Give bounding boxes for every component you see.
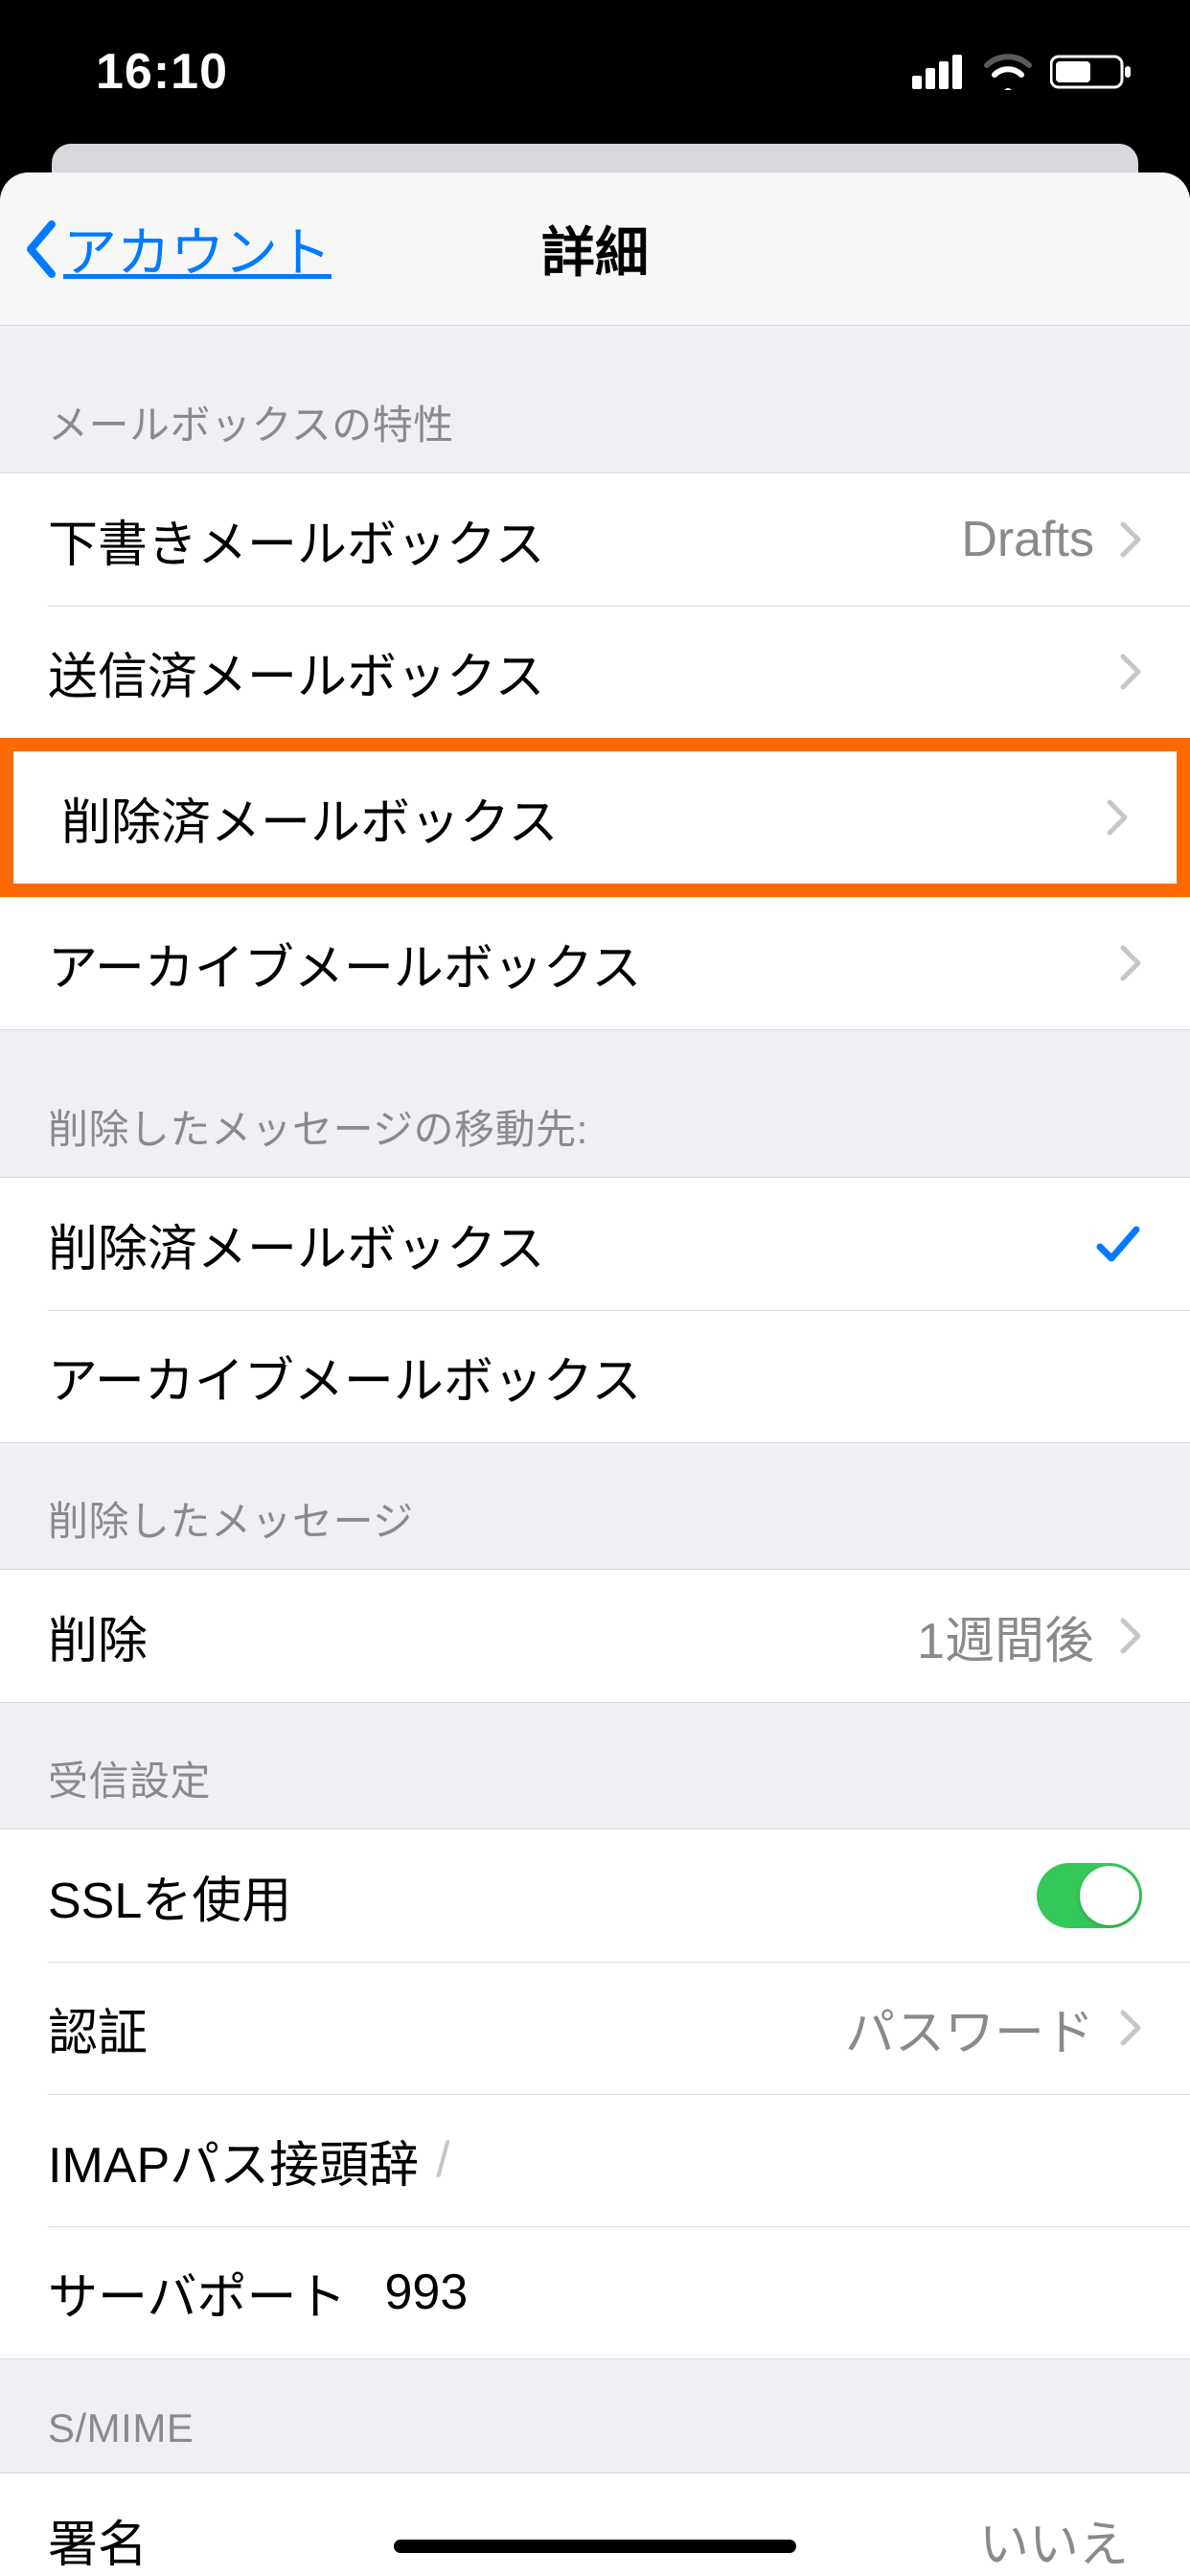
group-move-discarded: 削除済メールボックス アーカイブメールボックス: [0, 1177, 1190, 1443]
row-archive-mailbox[interactable]: アーカイブメールボックス: [0, 897, 1190, 1029]
home-indicator[interactable]: [394, 2540, 796, 2553]
section-header-deleted-messages: 削除したメッセージ: [0, 1443, 1190, 1569]
checkmark-icon: [1094, 1220, 1142, 1268]
chevron-right-icon: [1119, 944, 1142, 982]
row-drafts-mailbox[interactable]: 下書きメールボックス Drafts: [0, 473, 1190, 606]
row-label: 認証: [48, 1992, 148, 2064]
row-label: 下書きメールボックス: [48, 504, 544, 576]
row-label: サーバポート: [48, 2257, 346, 2329]
row-deleted-mailbox[interactable]: 削除済メールボックス: [13, 751, 1177, 884]
row-value: Drafts: [961, 511, 1094, 568]
row-use-ssl: SSLを使用: [0, 1829, 1190, 1962]
row-sign[interactable]: 署名 いいえ: [0, 2473, 1190, 2576]
chevron-right-icon: [1106, 798, 1129, 837]
chevron-right-icon: [1119, 2009, 1142, 2047]
group-deleted-messages: 削除 1週間後: [0, 1569, 1190, 1703]
row-remove[interactable]: 削除 1週間後: [0, 1570, 1190, 1702]
group-incoming: SSLを使用 認証 パスワード IMAPパス接頭辞 / サーバポート 993: [0, 1828, 1190, 2359]
row-value: いいえ: [979, 2504, 1129, 2576]
group-smime: 署名 いいえ: [0, 2472, 1190, 2576]
row-move-deleted[interactable]: 削除済メールボックス: [0, 1178, 1190, 1310]
section-header-move-discarded: 削除したメッセージの移動先:: [0, 1030, 1190, 1177]
row-move-archive[interactable]: アーカイブメールボックス: [0, 1310, 1190, 1442]
chevron-right-icon: [1119, 653, 1142, 691]
row-server-port[interactable]: サーバポート 993: [0, 2226, 1190, 2358]
row-label: SSLを使用: [48, 1860, 291, 1932]
ssl-toggle[interactable]: [1037, 1863, 1142, 1928]
chevron-right-icon: [1119, 520, 1142, 559]
row-value: /: [436, 2131, 449, 2189]
row-value: 1週間後: [917, 1600, 1094, 1672]
back-button[interactable]: アカウント: [23, 172, 332, 325]
row-label: 送信済メールボックス: [48, 636, 544, 708]
row-authentication[interactable]: 認証 パスワード: [0, 1962, 1190, 2094]
row-imap-prefix[interactable]: IMAPパス接頭辞 /: [0, 2094, 1190, 2226]
group-mailbox-behavior-2: アーカイブメールボックス: [0, 897, 1190, 1030]
section-header-smime: S/MIME: [0, 2359, 1190, 2472]
back-label: アカウント: [63, 210, 332, 288]
settings-sheet: アカウント 詳細 メールボックスの特性 下書きメールボックス Drafts 送信…: [0, 172, 1190, 2576]
navigation-bar: アカウント 詳細: [0, 172, 1190, 326]
row-value: パスワード: [845, 1992, 1094, 2064]
status-time: 16:10: [96, 43, 228, 101]
highlight-deleted-mailbox: 削除済メールボックス: [0, 738, 1190, 897]
wifi-icon: [983, 54, 1033, 90]
chevron-right-icon: [1119, 1617, 1142, 1655]
row-label: 削除: [48, 1600, 148, 1672]
row-label: 削除済メールボックス: [48, 1208, 544, 1280]
status-right: [912, 53, 1133, 91]
status-bar: 16:10: [0, 0, 1190, 144]
row-label: アーカイブメールボックス: [48, 928, 641, 1000]
cellular-icon: [912, 55, 966, 89]
row-sent-mailbox[interactable]: 送信済メールボックス: [0, 606, 1190, 738]
row-value: 993: [384, 2264, 468, 2321]
section-header-mailbox-behavior: メールボックスの特性: [0, 326, 1190, 472]
row-label: IMAPパス接頭辞: [48, 2125, 419, 2196]
section-header-incoming: 受信設定: [0, 1703, 1190, 1828]
row-label: 署名: [48, 2504, 148, 2576]
chevron-left-icon: [23, 220, 57, 278]
row-label: アーカイブメールボックス: [48, 1341, 641, 1413]
battery-icon: [1050, 53, 1133, 91]
row-label: 削除済メールボックス: [61, 782, 558, 854]
group-mailbox-behavior: 下書きメールボックス Drafts 送信済メールボックス: [0, 472, 1190, 738]
